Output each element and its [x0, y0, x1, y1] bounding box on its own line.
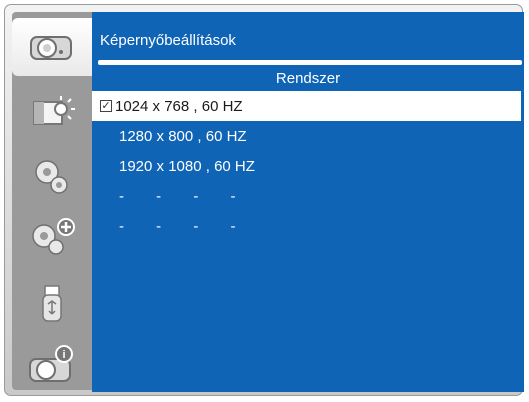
resolution-list: ✓ 1024 x 768 , 60 HZ 1280 x 800 , 60 HZ … — [92, 91, 524, 241]
sidebar-item-display[interactable] — [12, 18, 92, 76]
resolution-label: - - - - — [119, 217, 250, 235]
projector-info-icon: i — [29, 345, 73, 382]
resolution-option-empty-2[interactable]: - - - - — [92, 211, 521, 241]
main-panel: Képernyőbeállítások Rendszer ✓ 1024 x 76… — [92, 12, 524, 392]
resolution-option-1280x800[interactable]: 1280 x 800 , 60 HZ — [92, 121, 521, 151]
checkbox-icon: ✓ — [100, 99, 112, 112]
gear-plus-icon — [32, 218, 75, 255]
sidebar: i — [12, 12, 92, 390]
sidebar-item-picture[interactable] — [12, 84, 92, 142]
sidebar-item-usb[interactable] — [12, 275, 92, 333]
resolution-option-1920x1080[interactable]: 1920 x 1080 , 60 HZ — [92, 151, 521, 181]
sidebar-item-advanced-settings[interactable] — [12, 208, 92, 266]
resolution-option-1024x768[interactable]: ✓ 1024 x 768 , 60 HZ — [92, 91, 521, 121]
resolution-label: 1280 x 800 , 60 HZ — [119, 127, 247, 145]
resolution-option-empty-1[interactable]: - - - - — [92, 181, 521, 211]
sidebar-item-information[interactable]: i — [12, 336, 92, 394]
gear-icon — [35, 160, 68, 194]
title-divider — [98, 60, 522, 65]
svg-text:i: i — [62, 349, 65, 361]
resolution-label: 1024 x 768 , 60 HZ — [115, 97, 243, 115]
page-title: Képernyőbeállítások — [100, 32, 236, 49]
sidebar-item-settings[interactable] — [12, 147, 92, 205]
resolution-label: - - - - — [119, 187, 250, 205]
projector-icon — [30, 36, 72, 60]
section-title: Rendszer — [275, 70, 341, 87]
usb-icon — [42, 285, 62, 322]
resolution-label: 1920 x 1080 , 60 HZ — [119, 157, 255, 175]
brightness-icon — [33, 96, 75, 125]
